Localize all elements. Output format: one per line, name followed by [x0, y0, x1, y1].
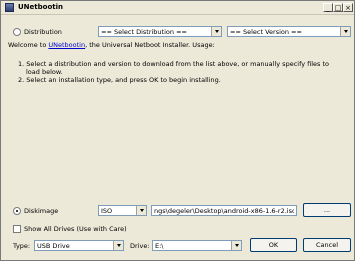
chevron-down-icon[interactable] [211, 27, 221, 36]
chevron-down-icon[interactable] [136, 206, 146, 215]
chevron-down-icon[interactable] [231, 241, 241, 250]
cancel-button[interactable]: Cancel [303, 238, 351, 252]
drive-label: Drive: [130, 242, 150, 250]
show-all-drives-label[interactable]: Show All Drives (Use with Care) [24, 225, 127, 233]
diskimage-path-value: ngs\degeler\Desktop\android-x86-1.6-r2.i… [154, 207, 294, 215]
welcome-suffix: , the Universal Netboot Installer. Usage… [85, 41, 215, 49]
version-select[interactable]: == Select Version == [227, 26, 351, 37]
drive-select-value: E:\ [155, 242, 164, 250]
show-all-drives-checkbox[interactable] [13, 225, 21, 233]
minimize-icon: _ [326, 4, 330, 12]
type-label: Type: [13, 242, 31, 250]
app-icon [5, 3, 14, 12]
unetbootin-window: UNetbootin _ □ × Distribution == Select … [0, 0, 355, 261]
type-select[interactable]: USB Drive [34, 240, 124, 251]
step-1-line-2: load below. [26, 68, 63, 76]
unetbootin-link[interactable]: UNetbootin [48, 41, 85, 49]
maximize-icon: □ [334, 4, 342, 12]
close-icon: × [345, 4, 351, 12]
distribution-radio-label[interactable]: Distribution [24, 28, 62, 36]
close-button[interactable]: × [343, 3, 353, 12]
maximize-button[interactable]: □ [333, 3, 343, 12]
info-panel: Welcome to UNetbootin, the Universal Net… [8, 41, 348, 199]
distribution-radio[interactable] [13, 28, 21, 36]
diskimage-radio[interactable] [13, 207, 21, 215]
diskimage-path-field[interactable]: ngs\degeler\Desktop\android-x86-1.6-r2.i… [151, 205, 297, 216]
title-bar[interactable]: UNetbootin _ □ × [1, 1, 354, 15]
window-title: UNetbootin [18, 3, 63, 11]
usage-steps: 1. Select a distribution and version to … [18, 60, 343, 84]
version-select-value: == Select Version == [230, 28, 302, 36]
drive-select[interactable]: E:\ [152, 240, 242, 251]
browse-button[interactable]: ... [303, 203, 351, 217]
step-2: 2. Select an installation type, and pres… [18, 76, 221, 84]
diskimage-format-value: ISO [101, 207, 113, 215]
chevron-down-icon[interactable] [340, 27, 350, 36]
diskimage-format-select[interactable]: ISO [98, 205, 147, 216]
step-1-line-1: 1. Select a distribution and version to … [18, 60, 330, 68]
welcome-text: Welcome to UNetbootin, the Universal Net… [8, 41, 215, 49]
minimize-button[interactable]: _ [323, 3, 333, 12]
type-select-value: USB Drive [37, 242, 70, 250]
welcome-prefix: Welcome to [8, 41, 49, 49]
ok-button[interactable]: OK [250, 238, 297, 252]
distribution-select[interactable]: == Select Distribution == [98, 26, 222, 37]
diskimage-radio-label[interactable]: Diskimage [24, 207, 58, 215]
chevron-down-icon[interactable] [113, 241, 123, 250]
distribution-select-value: == Select Distribution == [101, 28, 187, 36]
